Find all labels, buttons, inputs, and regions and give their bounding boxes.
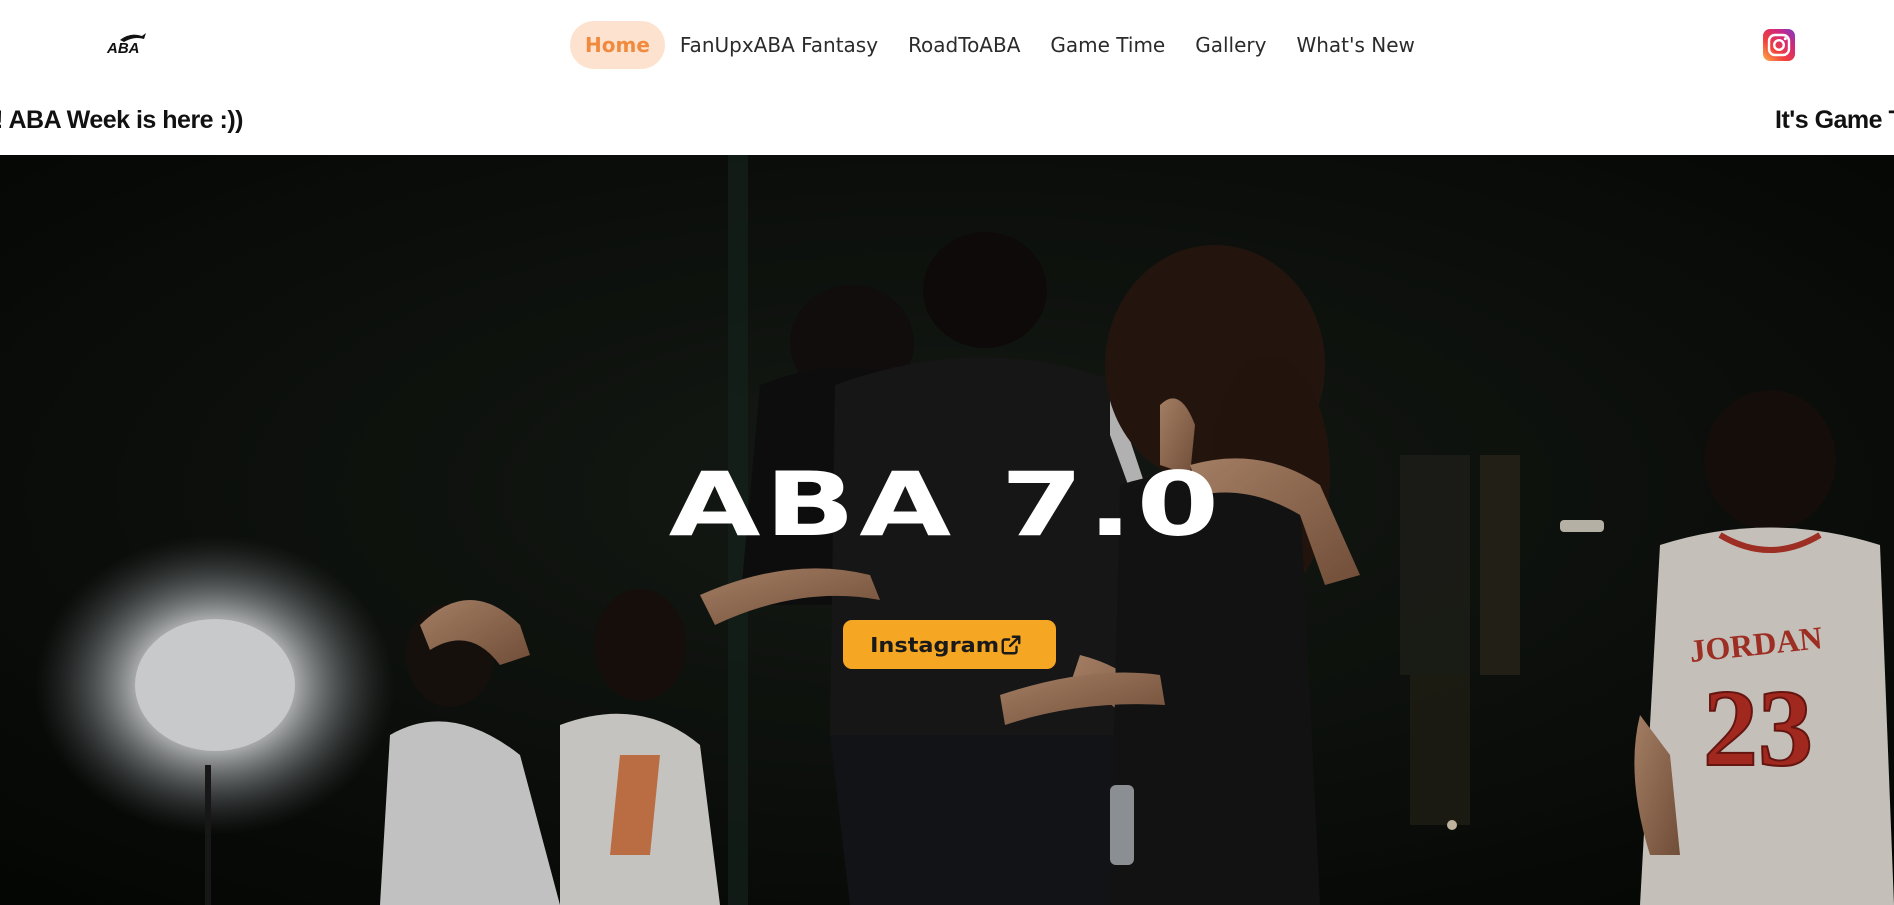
nav-home[interactable]: Home <box>570 21 665 69</box>
nav-road-to-aba[interactable]: RoadToABA <box>893 21 1035 69</box>
instagram-button[interactable]: Instagram <box>843 620 1056 669</box>
aba-logo[interactable]: ABA <box>106 30 152 56</box>
hero-section: JORDAN 23 ABA 7.0 Instagram <box>0 155 1894 905</box>
nav-game-time[interactable]: Game Time <box>1035 21 1180 69</box>
instagram-button-label: Instagram <box>870 632 999 657</box>
ticker-text-left: me! ABA Week is here :)) <box>0 106 243 134</box>
nav-whats-new[interactable]: What's New <box>1281 21 1429 69</box>
announcement-ticker: me! ABA Week is here :)) It's Game Ti <box>0 92 1894 155</box>
hero-title: ABA 7.0 <box>668 453 1224 556</box>
nav-fanupxaba-fantasy[interactable]: FanUpxABA Fantasy <box>665 21 893 69</box>
site-header: ABA Home FanUpxABA Fantasy RoadToABA Gam… <box>0 0 1894 92</box>
ticker-text-right: It's Game Ti <box>1775 106 1894 134</box>
nav-gallery[interactable]: Gallery <box>1180 21 1281 69</box>
main-nav: Home FanUpxABA Fantasy RoadToABA Game Ti… <box>570 21 1430 69</box>
instagram-icon[interactable] <box>1763 29 1795 61</box>
svg-text:ABA: ABA <box>106 40 140 56</box>
external-link-icon <box>1001 635 1021 654</box>
